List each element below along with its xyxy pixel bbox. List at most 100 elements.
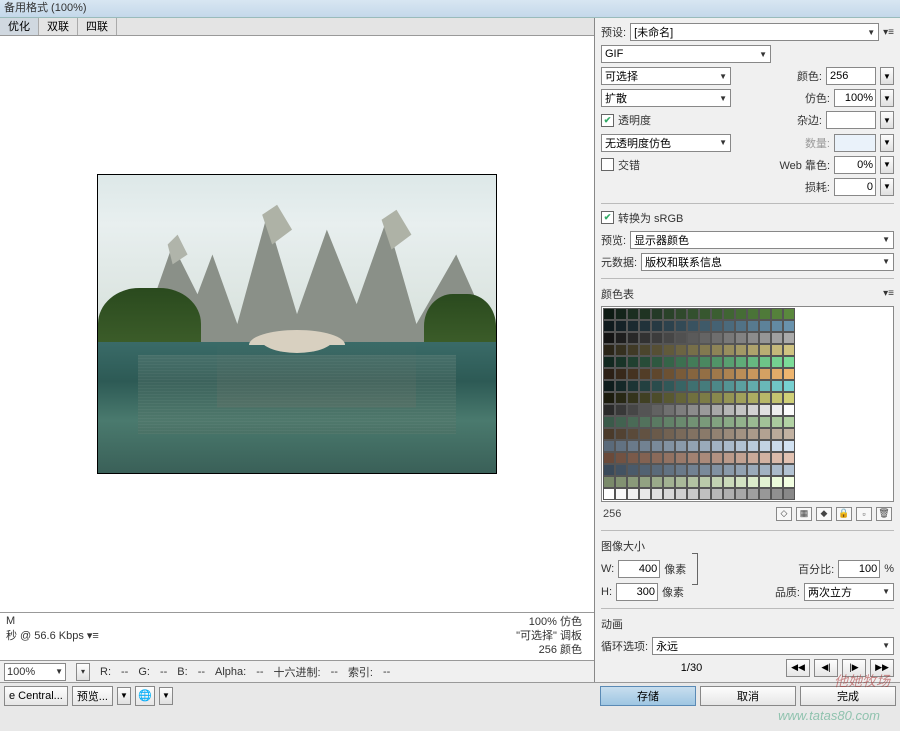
color-swatch[interactable] [735, 308, 747, 320]
color-swatch[interactable] [747, 416, 759, 428]
color-swatch[interactable] [651, 416, 663, 428]
next-frame-button[interactable]: |▶ [842, 659, 866, 677]
color-swatch[interactable] [747, 476, 759, 488]
color-swatch[interactable] [675, 488, 687, 500]
color-swatch[interactable] [723, 332, 735, 344]
width-input[interactable]: 400 [618, 560, 660, 578]
color-swatch[interactable] [783, 476, 795, 488]
color-swatch[interactable] [711, 416, 723, 428]
color-swatch[interactable] [771, 476, 783, 488]
color-swatch[interactable] [615, 452, 627, 464]
ct-icon-2[interactable]: ▦ [796, 507, 812, 521]
color-swatch[interactable] [723, 416, 735, 428]
color-swatch[interactable] [663, 320, 675, 332]
color-swatch[interactable] [627, 356, 639, 368]
color-swatch[interactable] [735, 368, 747, 380]
color-swatch[interactable] [759, 440, 771, 452]
trans-dither-select[interactable]: 无透明度仿色▼ [601, 134, 731, 152]
color-swatch[interactable] [603, 416, 615, 428]
color-swatch[interactable] [627, 368, 639, 380]
color-swatch[interactable] [651, 308, 663, 320]
metadata-select[interactable]: 版权和联系信息▼ [641, 253, 894, 271]
color-swatch[interactable] [603, 332, 615, 344]
color-swatch[interactable] [639, 380, 651, 392]
color-swatch[interactable] [711, 320, 723, 332]
color-swatch[interactable] [783, 344, 795, 356]
color-swatch[interactable] [663, 464, 675, 476]
color-swatch[interactable] [735, 416, 747, 428]
done-button[interactable]: 完成 [800, 686, 896, 706]
color-swatch[interactable] [699, 356, 711, 368]
color-swatch[interactable] [675, 344, 687, 356]
color-swatch[interactable] [651, 332, 663, 344]
color-swatch[interactable] [627, 344, 639, 356]
color-swatch[interactable] [651, 440, 663, 452]
color-swatch[interactable] [783, 380, 795, 392]
color-swatch[interactable] [687, 392, 699, 404]
palette-select[interactable]: 可选择▼ [601, 67, 731, 85]
interlace-checkbox[interactable]: ✔ [601, 158, 614, 171]
color-swatch[interactable] [747, 308, 759, 320]
preview-color-select[interactable]: 显示器颜色▼ [630, 231, 894, 249]
color-swatch[interactable] [771, 452, 783, 464]
save-button[interactable]: 存储 [600, 686, 696, 706]
color-swatch[interactable] [699, 344, 711, 356]
lossy-arrow[interactable]: ▼ [880, 178, 894, 196]
preview-button[interactable]: 预览... [72, 686, 113, 706]
zoom-select[interactable]: 100%▼ [4, 663, 66, 681]
color-swatch[interactable] [663, 392, 675, 404]
color-swatch[interactable] [603, 368, 615, 380]
color-swatch[interactable] [735, 380, 747, 392]
color-swatch[interactable] [663, 308, 675, 320]
color-swatch[interactable] [723, 392, 735, 404]
color-swatch[interactable] [759, 392, 771, 404]
color-swatch[interactable] [783, 320, 795, 332]
color-swatch[interactable] [615, 440, 627, 452]
color-swatch[interactable] [687, 344, 699, 356]
color-swatch[interactable] [603, 440, 615, 452]
zoom-stepper[interactable]: ▾ [76, 663, 90, 681]
matte-select[interactable] [826, 111, 876, 129]
color-swatch[interactable] [723, 308, 735, 320]
color-swatch[interactable] [747, 464, 759, 476]
color-swatch[interactable] [651, 464, 663, 476]
color-swatch[interactable] [675, 404, 687, 416]
color-swatch[interactable] [759, 356, 771, 368]
color-swatch[interactable] [627, 464, 639, 476]
color-swatch[interactable] [699, 428, 711, 440]
color-swatch[interactable] [771, 428, 783, 440]
color-swatch[interactable] [627, 428, 639, 440]
color-swatch[interactable] [639, 416, 651, 428]
color-swatch[interactable] [639, 464, 651, 476]
color-swatch[interactable] [699, 440, 711, 452]
transparency-checkbox[interactable]: ✔ [601, 114, 614, 127]
color-swatch[interactable] [615, 476, 627, 488]
color-swatch[interactable] [615, 320, 627, 332]
dither-amt-arrow[interactable]: ▼ [880, 89, 894, 107]
color-swatch[interactable] [651, 344, 663, 356]
color-swatch[interactable] [771, 320, 783, 332]
color-swatch[interactable] [687, 356, 699, 368]
loop-select[interactable]: 永远▼ [652, 637, 894, 655]
ct-icon-1[interactable]: ◇ [776, 507, 792, 521]
color-swatch[interactable] [783, 440, 795, 452]
color-swatch[interactable] [651, 452, 663, 464]
color-swatch[interactable] [603, 476, 615, 488]
color-swatch[interactable] [663, 488, 675, 500]
color-swatch[interactable] [675, 380, 687, 392]
color-swatch[interactable] [627, 488, 639, 500]
color-swatch[interactable] [771, 404, 783, 416]
color-swatch[interactable] [627, 476, 639, 488]
color-swatch[interactable] [687, 428, 699, 440]
color-swatch[interactable] [783, 308, 795, 320]
color-swatch[interactable] [663, 416, 675, 428]
color-swatch[interactable] [663, 380, 675, 392]
dither-amount[interactable]: 100% [834, 89, 876, 107]
amount-arrow[interactable]: ▼ [880, 134, 894, 152]
color-swatch[interactable] [723, 368, 735, 380]
color-swatch[interactable] [639, 440, 651, 452]
color-swatch[interactable] [735, 392, 747, 404]
color-swatch[interactable] [639, 320, 651, 332]
color-swatch[interactable] [711, 368, 723, 380]
color-swatch[interactable] [783, 404, 795, 416]
